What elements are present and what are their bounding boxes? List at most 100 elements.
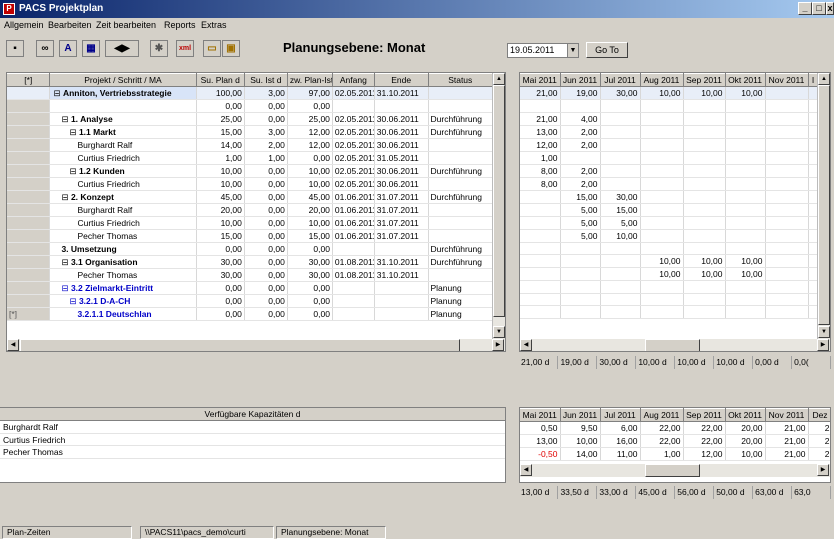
- scroll-thumb-h[interactable]: [645, 464, 700, 477]
- capacity-month-header[interactable]: Jul 2011: [600, 408, 641, 422]
- table-row[interactable]: 10,00 10,00 10,00: [520, 254, 819, 268]
- tool-icon[interactable]: ✱: [150, 40, 168, 57]
- month-cell[interactable]: 8,00: [520, 164, 561, 178]
- expand-toggle-icon[interactable]: ⊟: [61, 192, 70, 202]
- month-cell[interactable]: 8,00: [520, 177, 561, 191]
- scroll-down-icon[interactable]: ▼: [493, 326, 505, 338]
- row-name[interactable]: Curtius Friedrich: [49, 216, 197, 230]
- scroll-up-icon[interactable]: ▲: [818, 73, 830, 85]
- table-row[interactable]: Curtius Friedrich 1,00 1,00 0,00 02.05.2011 3…: [7, 151, 493, 165]
- month-cell[interactable]: [765, 86, 809, 100]
- month-cell[interactable]: 12,00: [520, 138, 561, 152]
- month-cell[interactable]: [560, 254, 601, 268]
- month-cell[interactable]: [725, 280, 766, 294]
- month-cell[interactable]: [765, 203, 809, 217]
- table-row[interactable]: ⊟ Anniton, Vertriebsstrategie 100,00 3,00 9…: [7, 86, 493, 100]
- month-cell[interactable]: [520, 242, 561, 255]
- plan-col-header[interactable]: Ende: [374, 73, 429, 87]
- month-cell[interactable]: 10,00: [683, 254, 726, 268]
- month-cell[interactable]: [560, 99, 601, 113]
- row-name[interactable]: Burghardt Ralf: [49, 138, 197, 152]
- row-marker[interactable]: [7, 203, 51, 217]
- month-cell[interactable]: [725, 177, 766, 191]
- table-row[interactable]: 13,00 10,00 16,00 22,00 22,00 20,00 21,00 2: [520, 434, 830, 448]
- table-row[interactable]: 5,00 10,00: [520, 229, 819, 243]
- month-cell[interactable]: [640, 125, 684, 139]
- month-cell[interactable]: 10,00: [683, 267, 726, 281]
- plan-col-header[interactable]: Status: [428, 73, 493, 87]
- row-marker[interactable]: [7, 242, 51, 256]
- month-cell[interactable]: [765, 216, 809, 230]
- month-cell[interactable]: [725, 242, 766, 255]
- month-cell[interactable]: [640, 293, 684, 306]
- month-cell[interactable]: [683, 229, 726, 243]
- month-cell[interactable]: [560, 293, 601, 306]
- row-name[interactable]: [49, 99, 197, 113]
- month-cell[interactable]: [683, 216, 726, 230]
- capacity-month-header[interactable]: Sep 2011: [683, 408, 726, 422]
- month-cell[interactable]: 10,00: [640, 86, 684, 100]
- table-row[interactable]: 15,00 30,00: [520, 190, 819, 204]
- capacity-horizontal-scrollbar[interactable]: ◀ ▶: [520, 464, 830, 477]
- row-marker[interactable]: [7, 125, 51, 139]
- month-cell[interactable]: 15,00: [560, 190, 601, 204]
- month-cell[interactable]: [725, 190, 766, 204]
- table-row[interactable]: 8,00 2,00: [520, 164, 819, 178]
- month-cell[interactable]: [765, 177, 809, 191]
- table-row[interactable]: 12,00 2,00: [520, 138, 819, 152]
- expand-toggle-icon[interactable]: ⊟: [69, 127, 78, 137]
- month-cell[interactable]: [725, 99, 766, 113]
- table-row[interactable]: 5,00 5,00: [520, 216, 819, 230]
- month-cell[interactable]: [725, 293, 766, 306]
- date-select[interactable]: 19.05.2011 ▼: [507, 43, 579, 58]
- scroll-left-icon[interactable]: ◀: [7, 339, 19, 351]
- month-cell[interactable]: [640, 203, 684, 217]
- month-col-header[interactable]: Aug 2011: [640, 73, 684, 87]
- row-name[interactable]: ⊟ 2. Konzept: [49, 190, 197, 204]
- month-cell[interactable]: 5,00: [560, 229, 601, 243]
- table-row[interactable]: [520, 99, 819, 113]
- table-row[interactable]: 8,00 2,00: [520, 177, 819, 191]
- month-cell[interactable]: [683, 293, 726, 306]
- month-cell[interactable]: [765, 254, 809, 268]
- font-icon[interactable]: A: [59, 40, 77, 57]
- month-cell[interactable]: [640, 138, 684, 152]
- row-marker[interactable]: [7, 112, 51, 126]
- scroll-thumb-h[interactable]: [20, 339, 460, 351]
- month-cell[interactable]: [725, 125, 766, 139]
- navigate-arrows-icon[interactable]: ◀▶: [105, 40, 139, 57]
- month-cell[interactable]: 10,00: [683, 86, 726, 100]
- row-name[interactable]: Pecher Thomas: [49, 268, 197, 282]
- scroll-down-icon[interactable]: ▼: [818, 326, 830, 338]
- table-row[interactable]: ⊟ 3.2 Zielmarkt-Eintritt 0,00 0,00 0,00 Plan…: [7, 281, 493, 295]
- month-cell[interactable]: 5,00: [600, 216, 641, 230]
- month-cell[interactable]: [560, 280, 601, 294]
- month-cell[interactable]: 10,00: [725, 254, 766, 268]
- table-row[interactable]: ⊟ 1.2 Kunden 10,00 0,00 10,00 02.05.2011 30.0…: [7, 164, 493, 178]
- month-vertical-scrollbar[interactable]: ▲ ▼: [817, 73, 830, 339]
- month-cell[interactable]: [683, 151, 726, 165]
- expand-toggle-icon[interactable]: ⊟: [69, 166, 78, 176]
- month-cell[interactable]: 13,00: [520, 125, 561, 139]
- row-marker[interactable]: [7, 164, 51, 178]
- month-cell[interactable]: [725, 112, 766, 126]
- expand-toggle-icon[interactable]: ⊟: [61, 283, 70, 293]
- table-row[interactable]: 21,00 19,00 30,00 10,00 10,00 10,00: [520, 86, 819, 100]
- month-cell[interactable]: [520, 216, 561, 230]
- month-cell[interactable]: [520, 203, 561, 217]
- month-cell[interactable]: 2,00: [560, 138, 601, 152]
- row-name[interactable]: ⊟ 1. Analyse: [49, 112, 197, 126]
- month-cell[interactable]: [520, 190, 561, 204]
- month-horizontal-scrollbar[interactable]: ◀ ▶: [520, 339, 830, 351]
- row-name[interactable]: ⊟ 3.2.1 D-A-CH: [49, 294, 197, 308]
- scroll-thumb-h[interactable]: [645, 339, 700, 351]
- month-cell[interactable]: [600, 151, 641, 165]
- row-name[interactable]: ⊟ 3.1 Organisation: [49, 255, 197, 269]
- month-cell[interactable]: 30,00: [600, 190, 641, 204]
- table-row[interactable]: [*] 3.2.1.1 Deutschlan 0,00 0,00 0,00 Planung: [7, 307, 493, 321]
- table-row[interactable]: Pecher Thomas 30,00 0,00 30,00 01.08.2011 31.…: [7, 268, 493, 282]
- row-marker[interactable]: [7, 216, 51, 230]
- month-cell[interactable]: [640, 229, 684, 243]
- month-cell[interactable]: [560, 242, 601, 255]
- month-cell[interactable]: [640, 280, 684, 294]
